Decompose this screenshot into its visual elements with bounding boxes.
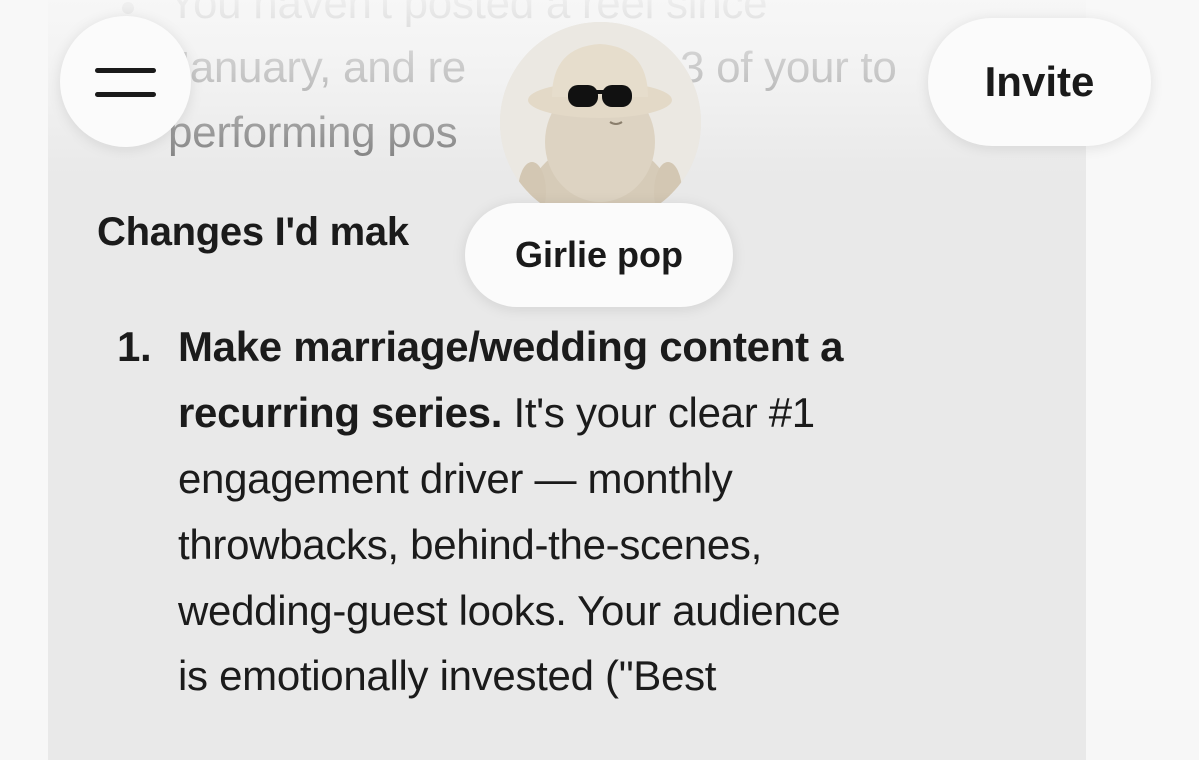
list-item-line-5: wedding-guest looks. Your audience [178,587,841,634]
chat-name: Girlie pop [514,234,683,275]
list-item-bold-1: Make marriage/wedding content a [178,323,844,370]
section-heading: Changes I'd mak [97,210,409,254]
list-item-line-1: Make marriage/wedding content a [178,323,844,370]
menu-button[interactable] [60,16,191,147]
list-item-bold-2: recurring series. [178,389,503,436]
invite-label: Invite [984,58,1095,105]
list-item-line-2: recurring series. It's your clear #1 [178,392,815,434]
chat-avatar[interactable] [500,22,701,223]
bullet-line-2a: January, and re [168,43,466,92]
list-item-line-3: engagement driver — monthly [178,455,733,502]
bullet-line-2b: 3 of your to [680,43,897,92]
list-item-text-2: It's your clear #1 [502,389,815,436]
fluffy-character-icon [500,22,701,223]
bullet-line-1: You haven't posted a reel since [168,0,768,28]
invite-button[interactable]: Invite [928,18,1151,146]
bullet-dot [122,2,134,14]
chat-name-pill[interactable]: Girlie pop [465,203,733,307]
bullet-line-3: performing pos [168,108,458,157]
list-item-line-6: is emotionally invested ("Best [178,652,717,699]
list-item-line-4: throwbacks, behind-the-scenes, [178,521,762,568]
list-item-number: 1. [117,323,152,370]
